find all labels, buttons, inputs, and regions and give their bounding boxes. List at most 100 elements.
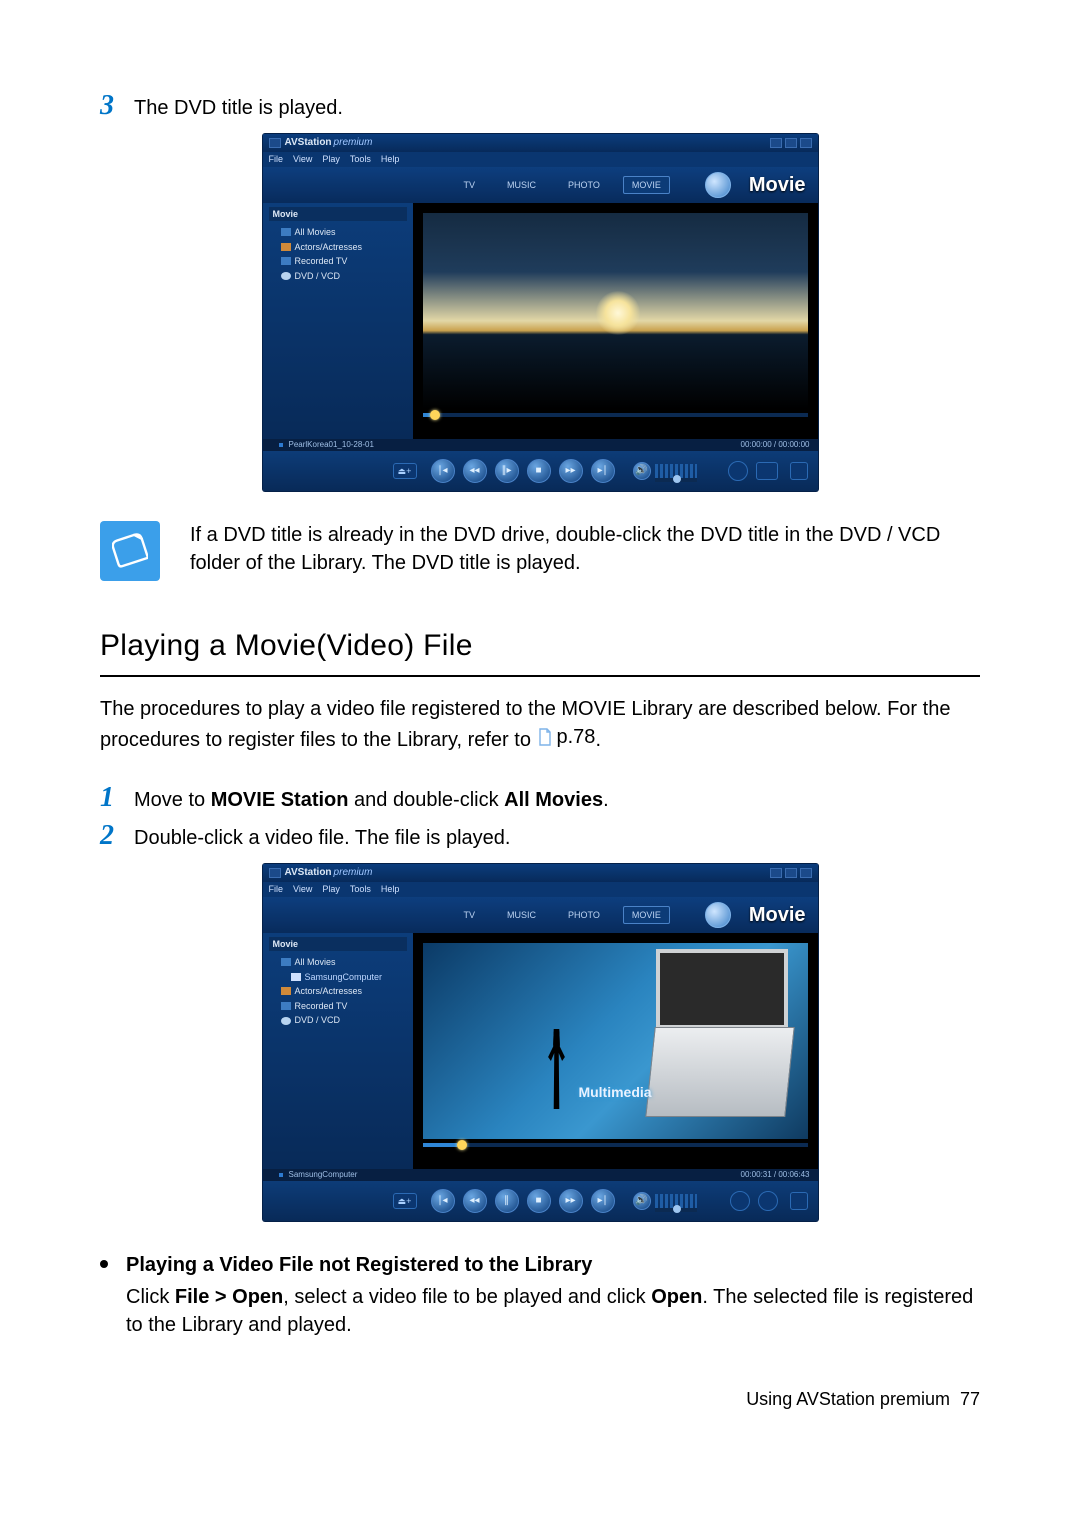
menu-file[interactable]: File [269, 153, 284, 166]
sidebar-item-dvd-vcd[interactable]: DVD / VCD [269, 269, 407, 284]
menu-help[interactable]: Help [381, 153, 400, 166]
tab-photo[interactable]: PHOTO [559, 176, 609, 195]
step-number: 3 [100, 90, 134, 120]
forward-button[interactable]: ▸▸ [559, 459, 583, 483]
next-track-button[interactable]: ▸∣ [591, 1189, 615, 1213]
menu-help[interactable]: Help [381, 883, 400, 896]
menu-tools[interactable]: Tools [350, 883, 371, 896]
app-title-suffix: premium [334, 136, 373, 150]
laptop-base-graphic [645, 1027, 794, 1117]
track-time: 00:00:31 / 00:06:43 [741, 1169, 810, 1180]
volume-control[interactable]: 🔊 [633, 1192, 697, 1210]
maximize-button[interactable] [785, 868, 797, 878]
screenshot-dvd-playback: AVStation premium File View Play Tools H… [100, 134, 980, 491]
section-header: TV MUSIC PHOTO MOVIE Movie [263, 167, 818, 203]
forward-button[interactable]: ▸▸ [559, 1189, 583, 1213]
mute-button[interactable]: 🔊 [633, 462, 651, 480]
section-title: Movie [749, 171, 806, 199]
track-name: SamsungComputer [289, 1169, 358, 1180]
sidebar-item-actors[interactable]: Actors/Actresses [269, 240, 407, 255]
tab-tv[interactable]: TV [455, 906, 485, 925]
video-frame: Multimedia [423, 943, 808, 1139]
folder-icon [281, 958, 291, 966]
menu-tools[interactable]: Tools [350, 153, 371, 166]
bullet-icon [100, 1260, 108, 1268]
resize-grip-icon[interactable] [790, 462, 808, 480]
maximize-button[interactable] [785, 138, 797, 148]
track-time: 00:00:00 / 00:00:00 [741, 439, 810, 450]
window-buttons [770, 868, 812, 878]
tab-tv[interactable]: TV [455, 176, 485, 195]
stop-button[interactable]: ■ [527, 459, 551, 483]
eject-button[interactable]: ⏏+ [393, 463, 417, 479]
intro-paragraph: The procedures to play a video file regi… [100, 695, 980, 754]
disc-icon [281, 1017, 291, 1025]
menu-file[interactable]: File [269, 883, 284, 896]
status-dot-icon [279, 443, 283, 447]
video-area: Multimedia [413, 933, 818, 1169]
minimize-button[interactable] [770, 868, 782, 878]
page-icon [537, 728, 553, 746]
sidebar-item-all-movies[interactable]: All Movies [269, 225, 407, 240]
video-frame [423, 213, 808, 409]
track-name: PearlKorea01_10-28-01 [289, 439, 374, 450]
tab-music[interactable]: MUSIC [498, 176, 545, 195]
screen-mode-button[interactable] [756, 462, 778, 480]
people-icon [281, 987, 291, 995]
minimize-button[interactable] [770, 138, 782, 148]
sidebar-item-recorded-tv[interactable]: Recorded TV [269, 254, 407, 269]
seek-bar[interactable] [423, 1143, 808, 1147]
rewind-button[interactable]: ◂◂ [463, 1189, 487, 1213]
next-track-button[interactable]: ▸∣ [591, 459, 615, 483]
option-dial-icon[interactable] [730, 1191, 750, 1211]
menu-play[interactable]: Play [322, 883, 340, 896]
sidebar-item-actors[interactable]: Actors/Actresses [269, 984, 407, 999]
sun-graphic [596, 291, 640, 335]
tab-movie[interactable]: MOVIE [623, 906, 670, 925]
section-heading: Playing a Movie(Video) File [100, 625, 980, 677]
sidebar-item-dvd-vcd[interactable]: DVD / VCD [269, 1013, 407, 1028]
menu-play[interactable]: Play [322, 153, 340, 166]
sidebar-item-samsungcomputer[interactable]: SamsungComputer [269, 970, 407, 985]
note-icon [100, 521, 160, 581]
people-icon [281, 243, 291, 251]
eject-button[interactable]: ⏏+ [393, 1193, 417, 1209]
rewind-button[interactable]: ◂◂ [463, 459, 487, 483]
menubar: File View Play Tools Help [263, 152, 818, 167]
close-button[interactable] [800, 868, 812, 878]
section-header: TV MUSIC PHOTO MOVIE Movie [263, 897, 818, 933]
sidebar-item-recorded-tv[interactable]: Recorded TV [269, 999, 407, 1014]
menubar: File View Play Tools Help [263, 882, 818, 897]
step-text: The DVD title is played. [134, 90, 980, 122]
close-button[interactable] [800, 138, 812, 148]
tab-music[interactable]: MUSIC [498, 906, 545, 925]
step-3: 3 The DVD title is played. [100, 90, 980, 122]
note-block: If a DVD title is already in the DVD dri… [100, 521, 980, 581]
menu-view[interactable]: View [293, 153, 312, 166]
option-gear-icon[interactable] [758, 1191, 778, 1211]
status-dot-icon [279, 1173, 283, 1177]
folder-icon [281, 228, 291, 236]
sidebar-item-all-movies[interactable]: All Movies [269, 955, 407, 970]
volume-bars [655, 1194, 697, 1208]
app-logo-icon [269, 138, 281, 148]
sidebar-header: Movie [269, 207, 407, 221]
resize-grip-icon[interactable] [790, 1192, 808, 1210]
tv-icon [281, 257, 291, 265]
menu-view[interactable]: View [293, 883, 312, 896]
option-dial-icon[interactable] [728, 461, 748, 481]
play-pause-button[interactable]: ∥▸ [495, 459, 519, 483]
mute-button[interactable]: 🔊 [633, 1192, 651, 1210]
playback-info-bar: SamsungComputer 00:00:31 / 00:06:43 [263, 1169, 818, 1181]
stop-button[interactable]: ■ [527, 1189, 551, 1213]
tab-movie[interactable]: MOVIE [623, 176, 670, 195]
pause-button[interactable]: ∥ [495, 1189, 519, 1213]
volume-control[interactable]: 🔊 [633, 462, 697, 480]
tab-photo[interactable]: PHOTO [559, 906, 609, 925]
section-title: Movie [749, 901, 806, 929]
app-title: AVStation [285, 866, 332, 880]
seek-bar[interactable] [423, 413, 808, 417]
note-text: If a DVD title is already in the DVD dri… [190, 521, 980, 577]
prev-track-button[interactable]: ∣◂ [431, 459, 455, 483]
prev-track-button[interactable]: ∣◂ [431, 1189, 455, 1213]
